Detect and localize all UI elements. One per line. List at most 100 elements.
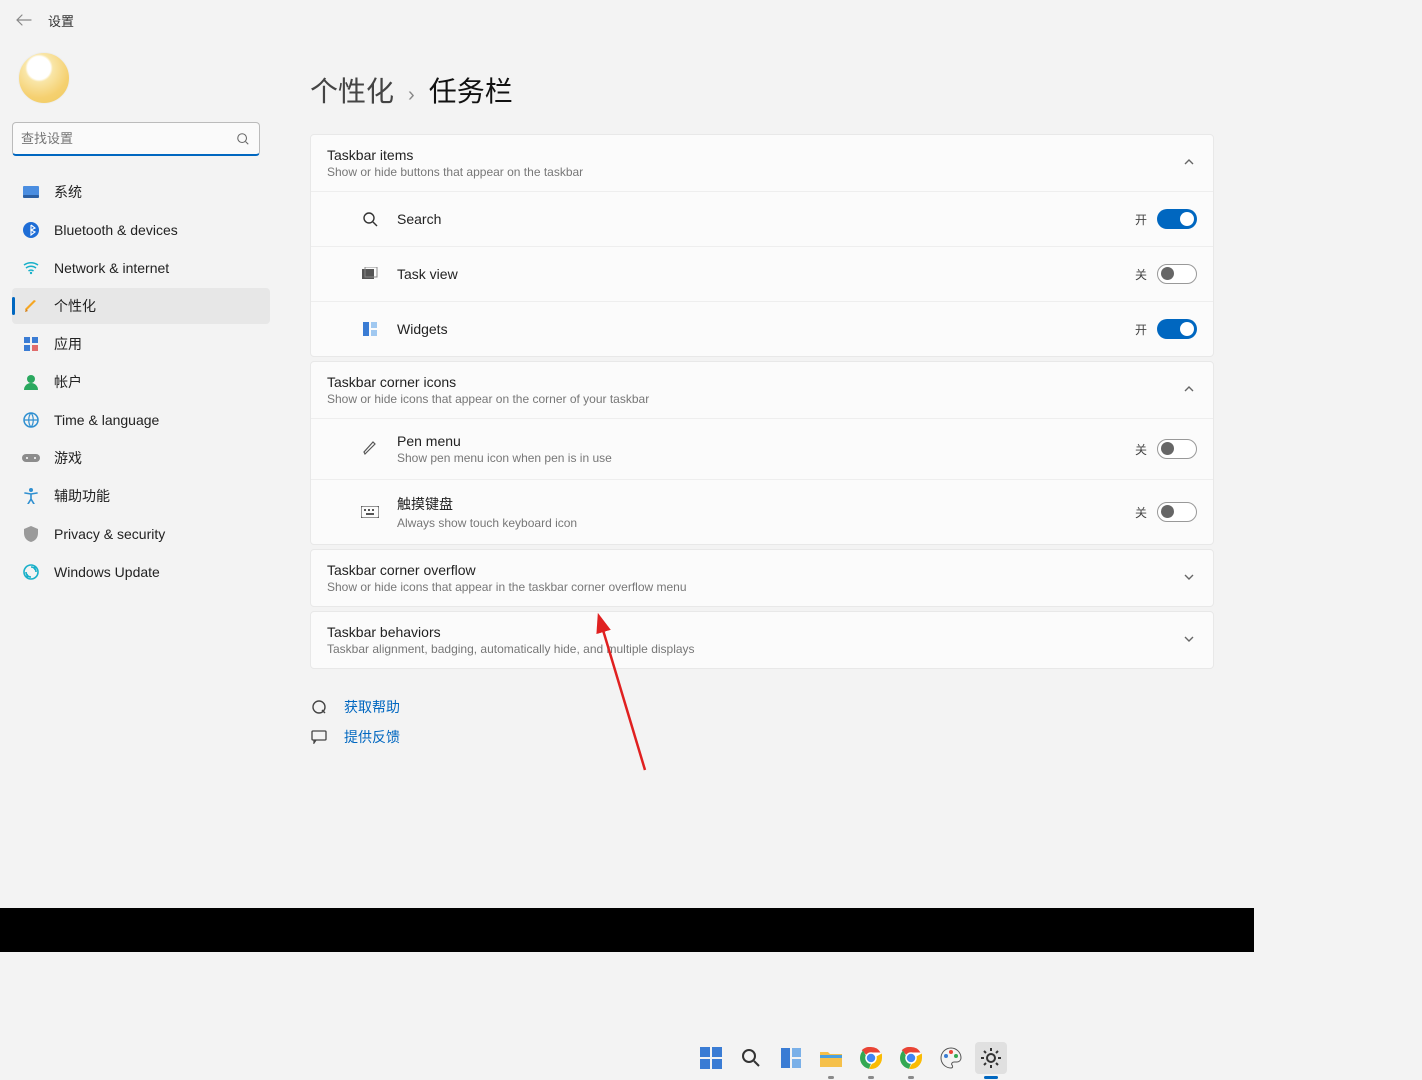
main-panel: 个性化 › 任务栏 Taskbar items Show or hide but… (270, 40, 1254, 908)
link-label: 获取帮助 (344, 697, 400, 717)
nav-label: 应用 (54, 334, 82, 354)
window-title: 设置 (48, 11, 74, 30)
nav-label: Privacy & security (54, 526, 165, 542)
settings-window: 设置 系统 Bluetooth & devices (0, 0, 1254, 908)
keyboard-icon (357, 499, 383, 525)
gamepad-icon (22, 449, 40, 467)
feedback-icon (310, 728, 328, 746)
nav-label: Time & language (54, 412, 159, 428)
row-label: Task view (397, 266, 1135, 282)
window-border-bottom (0, 908, 1254, 952)
start-button[interactable] (695, 1042, 727, 1074)
toggle-widgets[interactable] (1157, 319, 1197, 339)
taskbar-settings[interactable] (975, 1042, 1007, 1074)
row-touch-keyboard: 触摸键盘 Always show touch keyboard icon 关 (311, 479, 1213, 544)
toggle-touch-keyboard[interactable] (1157, 502, 1197, 522)
taskbar-chrome-2[interactable] (895, 1042, 927, 1074)
nav-label: 游戏 (54, 448, 82, 468)
shield-icon (22, 525, 40, 543)
section-header-behaviors[interactable]: Taskbar behaviors Taskbar alignment, bad… (311, 612, 1213, 668)
paint-icon (22, 297, 40, 315)
nav-personalization[interactable]: 个性化 (12, 288, 270, 324)
give-feedback-link[interactable]: 提供反馈 (310, 727, 1214, 747)
content: 系统 Bluetooth & devices Network & interne… (0, 40, 1254, 908)
row-label: Pen menu (397, 433, 1135, 449)
nav-accessibility[interactable]: 辅助功能 (12, 478, 270, 514)
taskbar-chrome-1[interactable] (855, 1042, 887, 1074)
section-title: Taskbar items (327, 147, 1183, 163)
nav-label: 帐户 (54, 372, 82, 392)
update-icon (22, 563, 40, 581)
row-label: Widgets (397, 321, 1135, 337)
search-icon (231, 127, 255, 151)
row-search: Search 开 (311, 191, 1213, 246)
breadcrumb-parent[interactable]: 个性化 (310, 70, 394, 110)
titlebar: 设置 (0, 0, 1254, 40)
section-title: Taskbar corner icons (327, 374, 1183, 390)
nav-time-language[interactable]: Time & language (12, 402, 270, 438)
page-title: 任务栏 (429, 70, 513, 110)
nav-apps[interactable]: 应用 (12, 326, 270, 362)
section-header-items[interactable]: Taskbar items Show or hide buttons that … (311, 135, 1213, 191)
nav-bluetooth[interactable]: Bluetooth & devices (12, 212, 270, 248)
nav-accounts[interactable]: 帐户 (12, 364, 270, 400)
bluetooth-icon (22, 221, 40, 239)
section-taskbar-items: Taskbar items Show or hide buttons that … (310, 134, 1214, 357)
toggle-taskview[interactable] (1157, 264, 1197, 284)
section-subtitle: Taskbar alignment, badging, automaticall… (327, 642, 1183, 656)
chevron-down-icon (1183, 571, 1197, 585)
nav-label: Bluetooth & devices (54, 222, 178, 238)
wifi-icon (22, 259, 40, 277)
taskbar-explorer[interactable] (815, 1042, 847, 1074)
section-header-overflow[interactable]: Taskbar corner overflow Show or hide ico… (311, 550, 1213, 606)
nav-label: Network & internet (54, 260, 169, 276)
toggle-state: 关 (1135, 441, 1147, 458)
nav-label: 系统 (54, 182, 82, 202)
section-subtitle: Show or hide icons that appear on the co… (327, 392, 1183, 406)
section-overflow: Taskbar corner overflow Show or hide ico… (310, 549, 1214, 607)
row-sublabel: Show pen menu icon when pen is in use (397, 451, 1135, 465)
back-button[interactable] (14, 10, 34, 30)
toggle-state: 关 (1135, 266, 1147, 283)
chevron-down-icon (1183, 633, 1197, 647)
taskbar-widgets-button[interactable] (775, 1042, 807, 1074)
taskbar-search-button[interactable] (735, 1042, 767, 1074)
nav-windows-update[interactable]: Windows Update (12, 554, 270, 590)
globe-icon (22, 411, 40, 429)
breadcrumb: 个性化 › 任务栏 (310, 70, 1214, 110)
chevron-right-icon: › (408, 84, 415, 107)
nav-network[interactable]: Network & internet (12, 250, 270, 286)
taskview-icon (357, 261, 383, 287)
nav: 系统 Bluetooth & devices Network & interne… (12, 174, 270, 590)
nav-label: Windows Update (54, 564, 160, 580)
taskbar (0, 952, 1422, 1080)
section-corner-icons: Taskbar corner icons Show or hide icons … (310, 361, 1214, 545)
row-widgets: Widgets 开 (311, 301, 1213, 356)
get-help-link[interactable]: 获取帮助 (310, 697, 1214, 717)
toggle-pen[interactable] (1157, 439, 1197, 459)
chevron-up-icon (1183, 156, 1197, 170)
nav-system[interactable]: 系统 (12, 174, 270, 210)
nav-privacy[interactable]: Privacy & security (12, 516, 270, 552)
widgets-icon (357, 316, 383, 342)
search-box[interactable] (12, 122, 260, 156)
system-icon (22, 183, 40, 201)
toggle-state: 开 (1135, 321, 1147, 338)
section-header-corner[interactable]: Taskbar corner icons Show or hide icons … (311, 362, 1213, 418)
section-subtitle: Show or hide icons that appear in the ta… (327, 580, 1183, 594)
help-links: 获取帮助 提供反馈 (310, 697, 1214, 747)
arrow-left-icon (16, 12, 32, 28)
search-icon (357, 206, 383, 232)
user-avatar[interactable] (18, 52, 70, 104)
nav-gaming[interactable]: 游戏 (12, 440, 270, 476)
search-input[interactable] (13, 123, 231, 154)
person-icon (22, 373, 40, 391)
taskbar-paint[interactable] (935, 1042, 967, 1074)
row-taskview: Task view 关 (311, 246, 1213, 301)
section-behaviors: Taskbar behaviors Taskbar alignment, bad… (310, 611, 1214, 669)
row-label: Search (397, 211, 1135, 227)
help-icon (310, 698, 328, 716)
sidebar: 系统 Bluetooth & devices Network & interne… (0, 40, 270, 908)
section-subtitle: Show or hide buttons that appear on the … (327, 165, 1183, 179)
toggle-search[interactable] (1157, 209, 1197, 229)
